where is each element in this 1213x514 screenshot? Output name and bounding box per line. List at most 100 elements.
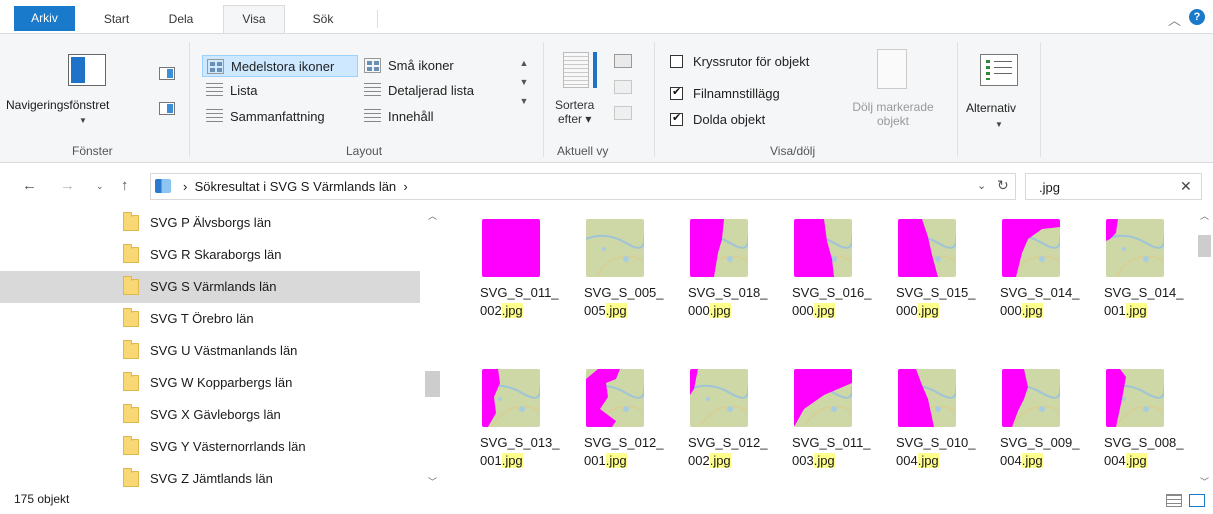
tree-item[interactable]: SVG Y Västernorrlands län (0, 431, 420, 463)
file-item[interactable]: SVG_S_011_003.jpg (760, 357, 871, 497)
details-view-icon[interactable] (1166, 494, 1182, 507)
breadcrumb-separator: › (403, 179, 408, 194)
close-icon[interactable]: ✕ (1180, 178, 1192, 195)
recent-locations-icon[interactable]: ⌄ (96, 181, 104, 192)
layout-option-label: Lista (230, 83, 258, 98)
forward-arrow-icon[interactable]: → (60, 177, 75, 194)
list-icon (206, 83, 223, 98)
tab-sok[interactable]: Sök (303, 6, 343, 33)
options-button[interactable]: Alternativ (966, 101, 1016, 115)
item-checkboxes-checkbox[interactable] (670, 55, 683, 68)
file-item[interactable]: SVG_S_012_001.jpg (552, 357, 664, 497)
chevron-down-icon[interactable]: ▼ (995, 120, 1003, 129)
layout-content[interactable]: Innehåll (360, 106, 434, 128)
file-extension-highlight: .jpg (1021, 453, 1043, 468)
tree-item[interactable]: SVG U Västmanlands län (0, 335, 420, 367)
hidden-items-checkbox[interactable] (670, 111, 683, 126)
file-extensions-label: Filnamnstillägg (693, 86, 780, 101)
file-name: SVG_S_011_003.jpg (792, 434, 872, 470)
file-extension-highlight: .jpg (813, 453, 835, 468)
preview-pane-icon[interactable] (159, 67, 175, 80)
file-item[interactable]: SVG_S_014_000.jpg (968, 207, 1080, 347)
file-thumbnail (690, 369, 748, 427)
breadcrumb[interactable]: Sökresultat i SVG S Värmlands län (195, 179, 397, 194)
file-item[interactable]: SVG_S_015_000.jpg (864, 207, 976, 347)
file-item[interactable]: SVG_S_009_004.jpg (968, 357, 1080, 497)
tree-item-label: SVG S Värmlands län (150, 279, 277, 294)
tree-item[interactable]: SVG P Älvsborgs län (0, 207, 420, 239)
hide-selected-button[interactable]: Dölj markerade objekt (838, 100, 948, 128)
scroll-up-icon[interactable]: ︿ (1196, 209, 1213, 222)
details-pane-icon[interactable] (159, 102, 175, 115)
details-icon (364, 83, 381, 98)
sort-button[interactable]: Sortera efter ▾ (555, 98, 594, 126)
layout-medium-icons[interactable]: Medelstora ikoner (202, 55, 358, 77)
scroll-thumb[interactable] (425, 371, 440, 397)
file-item[interactable]: SVG_S_008_004.jpg (1072, 357, 1184, 497)
add-columns-icon[interactable] (614, 80, 632, 94)
tree-item[interactable]: SVG Z Jämtlands län (0, 463, 420, 495)
navigation-pane-button[interactable]: Navigeringsfönstret (6, 98, 109, 112)
navigation-pane-icon[interactable] (68, 54, 106, 86)
file-item[interactable]: SVG_S_016_000.jpg (760, 207, 872, 347)
scroll-thumb[interactable] (1198, 235, 1211, 257)
file-item[interactable]: SVG_S_011_002.jpg (448, 207, 559, 347)
tree-item[interactable]: SVG T Örebro län (0, 303, 420, 335)
file-item[interactable]: SVG_S_010_004.jpg (864, 357, 976, 497)
tree-scrollbar[interactable]: ︿ ﹀ (424, 207, 441, 490)
file-item[interactable]: SVG_S_018_000.jpg (656, 207, 768, 347)
tab-dela[interactable]: Dela (158, 6, 204, 33)
group-by-icon[interactable] (614, 54, 632, 68)
sort-icon[interactable] (563, 52, 589, 88)
tree-item[interactable]: SVG R Skaraborgs län (0, 239, 420, 271)
back-arrow-icon[interactable]: ← (22, 177, 37, 194)
layout-scroll[interactable]: ▲ ▼ ▼ (517, 54, 531, 111)
file-item[interactable]: SVG_S_012_002.jpg (656, 357, 768, 497)
file-item[interactable]: SVG_S_013_001.jpg (448, 357, 560, 497)
folder-icon (123, 468, 139, 487)
file-thumbnail (898, 219, 956, 277)
sort-arrow-icon (593, 52, 597, 88)
scroll-down-icon[interactable]: ﹀ (1196, 475, 1213, 488)
layout-list[interactable]: Lista (202, 80, 257, 102)
layout-small-icons[interactable]: Små ikoner (360, 55, 454, 77)
size-columns-icon[interactable] (614, 106, 632, 120)
tab-arkiv[interactable]: Arkiv (14, 6, 75, 31)
file-name: SVG_S_012_002.jpg (688, 434, 768, 470)
file-extension-highlight: .jpg (605, 453, 627, 468)
file-extension-highlight: .jpg (501, 453, 523, 468)
scroll-up-icon[interactable]: ︿ (424, 209, 441, 222)
tab-separator (377, 10, 378, 28)
file-name: SVG_S_009_004.jpg (1000, 434, 1080, 470)
tree-item[interactable]: SVG S Värmlands län (0, 271, 420, 303)
tree-item[interactable]: SVG W Kopparbergs län (0, 367, 420, 399)
address-bar[interactable]: › Sökresultat i SVG S Värmlands län › ⌄ … (150, 173, 1016, 200)
content-scrollbar[interactable]: ︿ ﹀ (1196, 207, 1213, 490)
file-item[interactable]: SVG_S_014_001.jpg (1072, 207, 1184, 347)
chevron-down-icon[interactable]: ▼ (79, 116, 87, 125)
address-path[interactable]: › Sökresultat i SVG S Värmlands län › (183, 179, 408, 194)
minimize-ribbon-icon[interactable]: ︿ (1168, 10, 1181, 29)
group-label-aktuell-vy: Aktuell vy (557, 144, 609, 158)
file-extensions-checkbox[interactable] (670, 85, 683, 100)
large-icons-view-icon[interactable] (1189, 494, 1205, 507)
tree-item[interactable]: SVG X Gävleborgs län (0, 399, 420, 431)
search-input[interactable]: .jpg (1039, 180, 1060, 195)
tab-visa[interactable]: Visa (223, 5, 285, 34)
options-icon[interactable] (980, 54, 1018, 86)
layout-option-label: Medelstora ikoner (231, 59, 335, 74)
up-arrow-icon[interactable]: ↑ (121, 177, 129, 194)
file-thumbnail (690, 219, 748, 277)
layout-tiles[interactable]: Sammanfattning (202, 106, 325, 128)
tab-start[interactable]: Start (94, 6, 139, 33)
help-icon[interactable]: ? (1189, 9, 1205, 25)
file-item[interactable]: SVG_S_005_005.jpg (552, 207, 664, 347)
search-box[interactable]: .jpg ✕ (1025, 173, 1202, 200)
refresh-icon[interactable]: ↻ (997, 177, 1009, 194)
address-dropdown-icon[interactable]: ⌄ (977, 179, 986, 192)
scroll-down-icon[interactable]: ﹀ (424, 475, 441, 488)
layout-details[interactable]: Detaljerad lista (360, 80, 474, 102)
hide-selected-icon (877, 49, 907, 89)
folder-icon (123, 276, 139, 295)
file-name: SVG_S_018_000.jpg (688, 284, 768, 320)
